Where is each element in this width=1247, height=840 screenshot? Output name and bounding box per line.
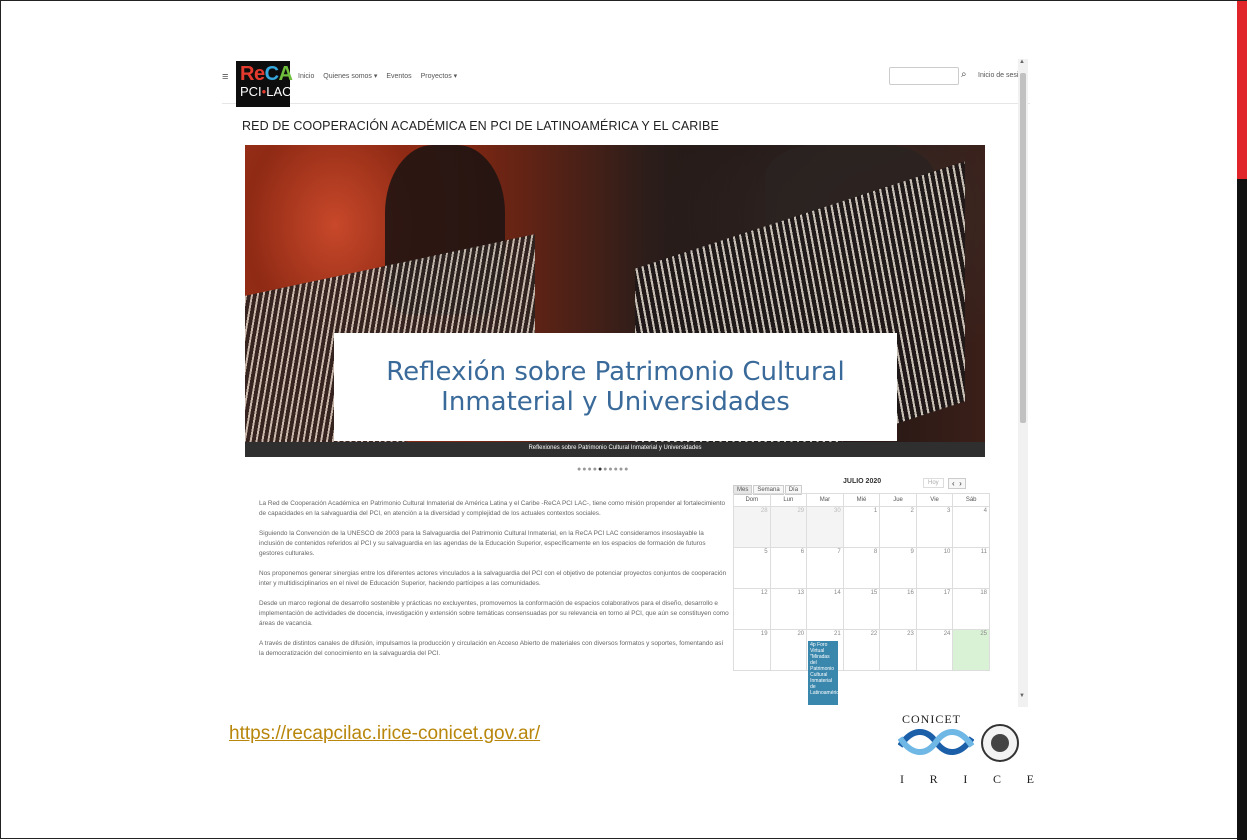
conicet-wordmark: CONICET — [902, 712, 961, 726]
scroll-up-icon[interactable]: ▲ — [1019, 59, 1025, 65]
weekday-header: Mié — [842, 493, 881, 507]
day-cell[interactable]: 5 — [733, 547, 771, 589]
search-input[interactable] — [889, 67, 959, 85]
page-title: RED DE COOPERACIÓN ACADÉMICA EN PCI DE L… — [242, 119, 719, 133]
day-cell[interactable]: 6 — [769, 547, 808, 589]
conicet-irice-logo: CONICET I R I C E — [894, 712, 1034, 792]
day-cell[interactable]: 22 — [842, 629, 881, 671]
weekday-header: Mar — [806, 493, 844, 507]
main-nav: Inicio Quienes somos ▾ Eventos Proyectos… — [298, 72, 464, 80]
site-url-link[interactable]: https://recapcilac.irice-conicet.gov.ar/ — [229, 723, 540, 745]
day-cell[interactable]: 28 — [733, 506, 771, 548]
day-cell[interactable]: 1 — [842, 506, 881, 548]
day-cell[interactable]: 4 — [952, 506, 990, 548]
day-cell[interactable]: 19 — [733, 629, 771, 671]
hero-strip-text: Reflexiones sobre Patrimonio Cultural In… — [528, 445, 702, 451]
intro-text: La Red de Cooperación Académica en Patri… — [259, 499, 729, 669]
day-cell[interactable]: 10 — [915, 547, 954, 589]
weekday-header: Vie — [915, 493, 954, 507]
conicet-wave-icon — [898, 729, 974, 755]
day-cell[interactable]: 7 — [806, 547, 844, 589]
day-cell[interactable]: 24 — [915, 629, 954, 671]
prev-month-icon[interactable]: ‹ — [952, 479, 955, 488]
scroll-down-icon[interactable]: ▼ — [1019, 693, 1025, 699]
calendar-nav[interactable]: ‹ › — [948, 478, 966, 489]
paragraph: Siguiendo la Convención de la UNESCO de … — [259, 530, 706, 557]
hero-carousel[interactable]: Reflexión sobre Patrimonio Cultural Inma… — [245, 145, 985, 457]
next-month-icon[interactable]: › — [959, 479, 962, 488]
day-cell[interactable]: 17 — [915, 588, 954, 630]
top-navbar: ≡ ReCA PCI•LAC Inicio Quienes somos ▾ Ev… — [222, 59, 1030, 107]
weekday-header: Dom — [733, 493, 771, 507]
irice-wordmark: I R I C E — [900, 772, 1034, 786]
accent-bar-black — [1237, 179, 1247, 840]
hero-caption: Reflexión sobre Patrimonio Cultural Inma… — [386, 357, 845, 417]
day-cell-today[interactable]: 25 — [952, 629, 990, 671]
calendar-grid: Dom Lun Mar Mié Jue Vie Sáb 28 29 30 1 2… — [733, 493, 990, 705]
nav-item-inicio[interactable]: Inicio — [298, 73, 314, 80]
today-button[interactable]: Hoy — [923, 478, 944, 488]
day-cell[interactable]: 14 — [806, 588, 844, 630]
day-cell[interactable]: 23 — [879, 629, 917, 671]
site-logo[interactable]: ReCA PCI•LAC — [236, 61, 293, 107]
calendar-month-label: JULIO 2020 — [843, 478, 882, 485]
day-cell[interactable]: 30 — [806, 506, 844, 548]
events-calendar: Mes Semana Día JULIO 2020 Hoy ‹ › Dom Lun … — [733, 476, 990, 707]
day-number: 21 — [834, 631, 841, 637]
nav-item-quienes-somos[interactable]: Quienes somos ▾ — [323, 73, 377, 80]
day-cell[interactable]: 9 — [879, 547, 917, 589]
day-cell[interactable]: 29 — [769, 506, 808, 548]
day-cell[interactable]: 13 — [769, 588, 808, 630]
weekday-header: Jue — [879, 493, 917, 507]
presentation-slide: ≡ ReCA PCI•LAC Inicio Quienes somos ▾ Ev… — [0, 0, 1247, 840]
weekday-header: Lun — [769, 493, 808, 507]
search-icon[interactable]: ⌕ — [961, 69, 967, 80]
day-cell[interactable]: 20 — [769, 629, 808, 671]
day-cell[interactable]: 3 — [915, 506, 954, 548]
carousel-indicators[interactable]: ●●●●●●●●●● — [577, 466, 629, 473]
day-cell[interactable]: 12 — [733, 588, 771, 630]
scrollbar-thumb[interactable] — [1020, 73, 1026, 423]
day-cell[interactable]: 18 — [952, 588, 990, 630]
event-title: Foro Virtual "Miradas del Patrimonio Cul… — [810, 642, 838, 696]
day-cell[interactable]: 8 — [842, 547, 881, 589]
day-cell-with-event[interactable]: 21 4p Foro Virtual "Miradas del Patrimon… — [806, 629, 844, 705]
nav-item-eventos[interactable]: Eventos — [386, 73, 411, 80]
hero-caption-box: Reflexión sobre Patrimonio Cultural Inma… — [334, 333, 897, 441]
paragraph: La Red de Cooperación Académica en Patri… — [259, 500, 726, 517]
paragraph: Nos proponemos generar sinergias entre l… — [259, 570, 727, 587]
hero-caption-strip: Reflexiones sobre Patrimonio Cultural In… — [245, 442, 985, 457]
website-screenshot: ≡ ReCA PCI•LAC Inicio Quienes somos ▾ Ev… — [222, 59, 1030, 707]
day-cell[interactable]: 15 — [842, 588, 881, 630]
nav-item-proyectos[interactable]: Proyectos ▾ — [421, 73, 458, 80]
day-cell[interactable]: 2 — [879, 506, 917, 548]
paragraph: Desde un marco regional de desarrollo so… — [259, 600, 729, 627]
menu-icon[interactable]: ≡ — [222, 71, 228, 83]
weekday-header: Sáb — [952, 493, 990, 507]
accent-bar-red — [1237, 1, 1247, 179]
paragraph: A través de distintos canales de difusió… — [259, 640, 724, 657]
carousel-dot[interactable]: ● — [624, 466, 629, 473]
university-seal-icon — [981, 724, 1019, 762]
day-cell[interactable]: 16 — [879, 588, 917, 630]
page-scrollbar[interactable]: ▲ ▼ — [1018, 59, 1028, 707]
day-cell[interactable]: 11 — [952, 547, 990, 589]
calendar-event[interactable]: 4p Foro Virtual "Miradas del Patrimonio … — [808, 641, 839, 705]
